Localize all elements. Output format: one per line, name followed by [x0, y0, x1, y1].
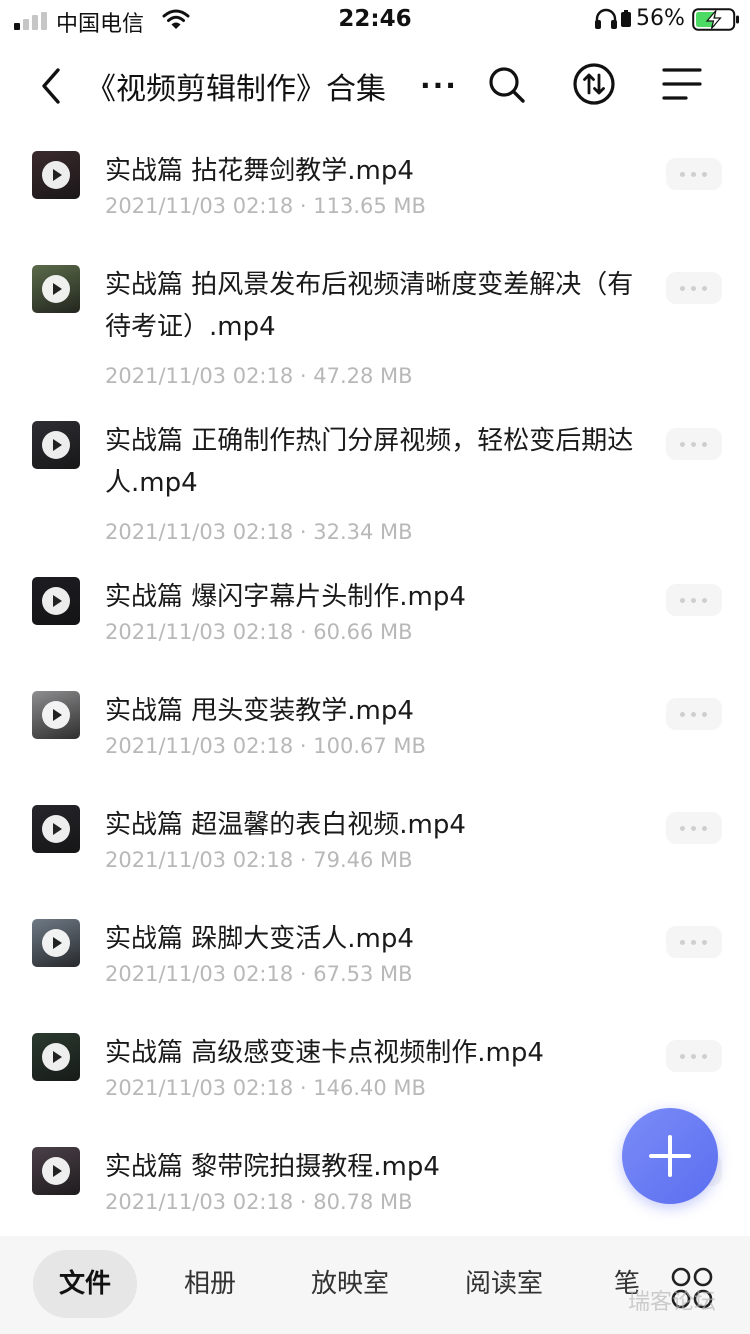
tab-album[interactable]: 相册: [168, 1250, 252, 1318]
file-meta: 2021/11/03 02:18 · 100.67 MB: [105, 734, 426, 758]
video-thumbnail[interactable]: [32, 1033, 80, 1081]
menu-icon[interactable]: [660, 64, 704, 104]
play-icon: [42, 431, 70, 459]
ellipsis-dot: [691, 172, 696, 177]
orientation-lock-icon: [621, 10, 631, 27]
play-icon: [42, 587, 70, 615]
ellipsis-dot: [691, 826, 696, 831]
ellipsis-dot: [680, 826, 685, 831]
file-meta: 2021/11/03 02:18 · 146.40 MB: [105, 1076, 426, 1100]
status-bar: 中国电信 22:46 56%: [0, 0, 750, 40]
video-thumbnail[interactable]: [32, 151, 80, 199]
file-meta: 2021/11/03 02:18 · 32.34 MB: [105, 520, 413, 544]
file-name: 实战篇 高级感变速卡点视频制作.mp4: [105, 1038, 544, 1068]
file-name: 实战篇 甩头变装教学.mp4: [105, 696, 414, 726]
play-icon: [42, 1157, 70, 1185]
ellipsis-dot: [702, 940, 707, 945]
video-thumbnail[interactable]: [32, 805, 80, 853]
title-overflow-ellipsis: ...: [420, 62, 458, 95]
ellipsis-dot: [702, 1054, 707, 1059]
transfer-icon[interactable]: [570, 60, 618, 108]
file-list: 实战篇 拈花舞剑教学.mp4 2021/11/03 02:18 · 113.65 …: [0, 130, 750, 1236]
file-row[interactable]: 实战篇 高级感变速卡点视频制作.mp4 2021/11/03 02:18 · 14…: [0, 1012, 750, 1126]
add-fab-button[interactable]: [622, 1108, 718, 1204]
video-thumbnail[interactable]: [32, 265, 80, 313]
file-row[interactable]: 实战篇 拍风景发布后视频清晰度变差解决（有待考证）.mp4 2021/11/03 …: [0, 244, 750, 400]
file-name: 实战篇 超温馨的表白视频.mp4: [105, 810, 466, 840]
ellipsis-dot: [702, 442, 707, 447]
play-icon: [42, 815, 70, 843]
ellipsis-dot: [680, 940, 685, 945]
ellipsis-dot: [680, 598, 685, 603]
more-options-button[interactable]: [666, 158, 722, 190]
tab-files[interactable]: 文件: [33, 1250, 137, 1318]
more-options-button[interactable]: [666, 698, 722, 730]
file-name: 实战篇 拍风景发布后视频清晰度变差解决（有待考证）.mp4: [105, 270, 634, 342]
ellipsis-dot: [691, 712, 696, 717]
file-name: 实战篇 跺脚大变活人.mp4: [105, 924, 414, 954]
file-meta: 2021/11/03 02:18 · 67.53 MB: [105, 962, 413, 986]
file-row[interactable]: 实战篇 爆闪字幕片头制作.mp4 2021/11/03 02:18 · 60.66…: [0, 556, 750, 670]
ellipsis-dot: [680, 172, 685, 177]
ellipsis-dot: [680, 1054, 685, 1059]
ellipsis-dot: [680, 712, 685, 717]
file-name: 实战篇 拈花舞剑教学.mp4: [105, 156, 414, 186]
more-options-button[interactable]: [666, 1040, 722, 1072]
ellipsis-dot: [702, 826, 707, 831]
tab-reading-room[interactable]: 阅读室: [450, 1250, 558, 1318]
nav-bar: 《视频剪辑制作》合集 ...: [0, 40, 750, 130]
file-row[interactable]: 实战篇 拈花舞剑教学.mp4 2021/11/03 02:18 · 113.65 …: [0, 130, 750, 244]
more-options-button[interactable]: [666, 812, 722, 844]
ellipsis-dot: [702, 598, 707, 603]
ellipsis-dot: [702, 172, 707, 177]
ellipsis-dot: [680, 286, 685, 291]
ellipsis-dot: [691, 1054, 696, 1059]
file-row[interactable]: 实战篇 甩头变装教学.mp4 2021/11/03 02:18 · 100.67 …: [0, 670, 750, 784]
file-meta: 2021/11/03 02:18 · 113.65 MB: [105, 194, 426, 218]
file-name: 实战篇 正确制作热门分屏视频，轻松变后期达人.mp4: [105, 426, 634, 498]
battery-percent: 56%: [636, 6, 685, 31]
video-thumbnail[interactable]: [32, 691, 80, 739]
page-title: 《视频剪辑制作》合集: [86, 72, 386, 107]
ellipsis-dot: [691, 442, 696, 447]
watermark: 瑞客论坛: [628, 1290, 717, 1315]
file-name: 实战篇 黎带院拍摄教程.mp4: [105, 1152, 440, 1182]
battery-charging-icon: [692, 8, 739, 31]
play-icon: [42, 275, 70, 303]
ellipsis-dot: [702, 286, 707, 291]
ellipsis-dot: [691, 286, 696, 291]
play-icon: [42, 701, 70, 729]
ellipsis-dot: [691, 598, 696, 603]
more-options-button[interactable]: [666, 926, 722, 958]
play-icon: [42, 929, 70, 957]
video-thumbnail[interactable]: [32, 421, 80, 469]
ellipsis-dot: [702, 712, 707, 717]
file-name: 实战篇 爆闪字幕片头制作.mp4: [105, 582, 466, 612]
file-meta: 2021/11/03 02:18 · 80.78 MB: [105, 1190, 413, 1214]
search-icon[interactable]: [484, 62, 530, 108]
ellipsis-dot: [680, 442, 685, 447]
file-row[interactable]: 实战篇 超温馨的表白视频.mp4 2021/11/03 02:18 · 79.46…: [0, 784, 750, 898]
play-icon: [42, 161, 70, 189]
ellipsis-dot: [691, 940, 696, 945]
headphones-icon: [595, 8, 617, 29]
file-row[interactable]: 实战篇 正确制作热门分屏视频，轻松变后期达人.mp4 2021/11/03 02:…: [0, 400, 750, 556]
file-meta: 2021/11/03 02:18 · 47.28 MB: [105, 364, 413, 388]
tab-screening-room[interactable]: 放映室: [296, 1250, 404, 1318]
play-icon: [42, 1043, 70, 1071]
video-thumbnail[interactable]: [32, 1147, 80, 1195]
file-row[interactable]: 实战篇 跺脚大变活人.mp4 2021/11/03 02:18 · 67.53 M…: [0, 898, 750, 1012]
more-options-button[interactable]: [666, 272, 722, 304]
more-options-button[interactable]: [666, 428, 722, 460]
file-meta: 2021/11/03 02:18 · 60.66 MB: [105, 620, 413, 644]
back-arrow-icon[interactable]: [28, 62, 76, 110]
video-thumbnail[interactable]: [32, 577, 80, 625]
file-meta: 2021/11/03 02:18 · 79.46 MB: [105, 848, 413, 872]
more-options-button[interactable]: [666, 584, 722, 616]
video-thumbnail[interactable]: [32, 919, 80, 967]
